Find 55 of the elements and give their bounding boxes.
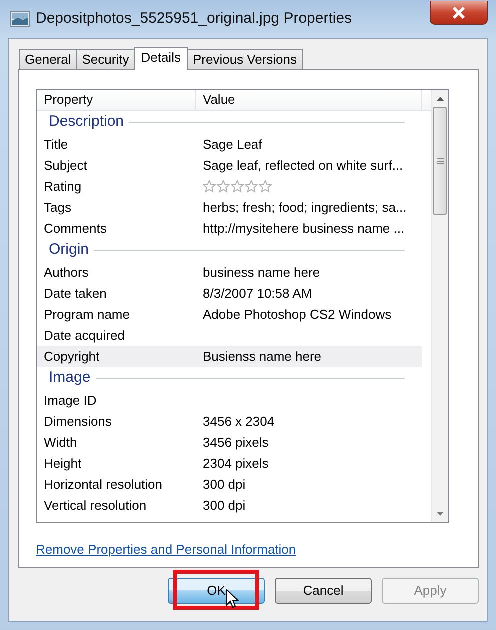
property-name: Comments (43, 220, 108, 238)
scrollbar[interactable] (431, 90, 448, 522)
group-title: Origin (49, 240, 90, 260)
property-name: Tags (43, 198, 72, 217)
property-value: Sage Leaf (202, 136, 264, 154)
property-value: 300 dpi (202, 476, 247, 494)
property-value: Adobe Photoshop CS2 Windows (202, 306, 393, 324)
property-name: Vertical resolution (43, 496, 148, 515)
property-value: herbs; fresh; food; ingredients; sa... (202, 198, 408, 217)
property-name: Dimensions (43, 412, 113, 431)
property-name: Authors (43, 264, 90, 282)
scroll-down-icon (436, 512, 444, 516)
column-header[interactable]: Property (37, 90, 196, 110)
property-name: Title (43, 136, 70, 154)
scroll-up-icon (436, 96, 444, 100)
tab[interactable]: General (19, 49, 78, 69)
property-name: Subject (43, 156, 88, 175)
close-icon (452, 7, 466, 20)
property-name: Width (43, 434, 78, 452)
property-name: Date taken (43, 284, 108, 303)
property-value: 2304 pixels (202, 454, 270, 473)
property-name: Date acquired (43, 326, 126, 345)
property-value: 3456 pixels (202, 434, 270, 452)
star-icon (231, 180, 244, 193)
property-name: Copyright (43, 348, 101, 366)
tab[interactable]: Previous Versions (186, 49, 304, 69)
tab[interactable]: Security (76, 49, 136, 69)
window-title: Depositphotos_5525951_original.jpg Properties (36, 8, 352, 29)
column-header[interactable]: Value (196, 90, 422, 110)
group-title: Description (49, 112, 124, 132)
image-file-icon (10, 11, 30, 27)
remove-properties-link[interactable]: Remove Properties and Personal Information (36, 540, 296, 560)
dialog-button: Apply (382, 578, 479, 604)
dialog-button[interactable]: Cancel (275, 578, 372, 604)
star-icon (259, 180, 272, 193)
property-value: business name here (202, 264, 322, 282)
property-value: 3456 x 2304 (202, 412, 276, 431)
star-icon (203, 180, 216, 193)
property-value: Sage leaf, reflected on white surf... (202, 156, 404, 175)
property-name: Height (43, 454, 83, 473)
tab[interactable]: Details (134, 47, 188, 70)
property-value: 8/3/2007 10:58 AM (202, 284, 314, 303)
grip-icon (436, 158, 444, 164)
property-name: Program name (43, 306, 131, 324)
selected-row-background[interactable]: Copyright Busienss name here (37, 346, 422, 367)
star-icon (217, 180, 230, 193)
property-value: 300 dpi (202, 496, 247, 515)
property-name: Rating (43, 178, 83, 196)
property-value: http://mysitehere business name ... (202, 220, 406, 238)
star-icon (245, 180, 258, 193)
property-name: Image ID (43, 392, 98, 410)
property-name: Horizontal resolution (43, 476, 164, 494)
group-title: Image (49, 368, 91, 388)
property-value: Busienss name here (202, 348, 323, 366)
close-button[interactable] (430, 1, 488, 25)
